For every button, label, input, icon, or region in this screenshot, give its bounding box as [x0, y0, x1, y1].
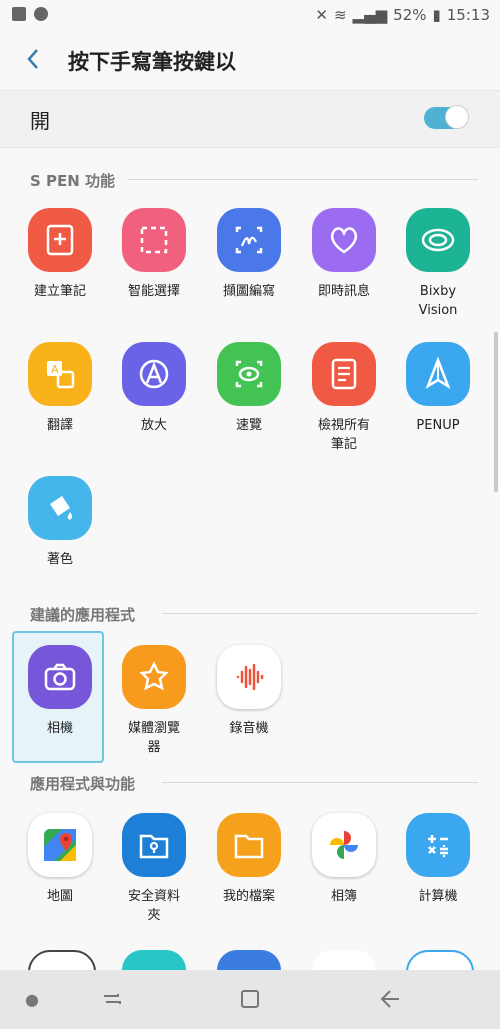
recent-apps-icon — [104, 994, 121, 1004]
settings-app-icon[interactable] — [217, 950, 281, 970]
clock-app-icon[interactable] — [28, 950, 96, 970]
app-label: 即時訊息 — [317, 284, 370, 299]
app-label: 翻譯 — [46, 418, 73, 433]
home-icon — [241, 990, 259, 1008]
app-tile[interactable]: 錄音機 — [204, 645, 294, 738]
glance-icon — [217, 342, 281, 406]
app-label: 擷圖編寫 — [222, 284, 275, 299]
app-label: 檢視所有 筆記 — [317, 418, 370, 452]
photos-icon — [312, 813, 376, 877]
clock: 15:13 — [446, 6, 490, 24]
back-arrow-icon — [380, 990, 399, 1008]
app-tile[interactable]: 著色 — [15, 476, 105, 569]
master-switch[interactable] — [424, 105, 469, 129]
voice-recorder-icon — [217, 645, 281, 709]
recent-apps-button[interactable] — [92, 984, 132, 1014]
app-label: 我的檔案 — [222, 889, 275, 904]
app-tile[interactable]: 智能選擇 — [109, 208, 199, 301]
switch-knob — [445, 105, 469, 129]
next-row-peek — [0, 950, 500, 970]
master-toggle-row[interactable]: 開 — [0, 90, 500, 148]
mute-icon: ✕ — [315, 6, 328, 24]
view-notes-icon — [312, 342, 376, 406]
section-divider — [162, 782, 478, 783]
app-label: 相機 — [46, 721, 73, 736]
status-bar: ✕ ≋ ▂▄▆ 52% ▮ 15:13 — [0, 0, 500, 32]
live-message-icon — [312, 208, 376, 272]
app-label: 媒體瀏覽器 — [127, 721, 180, 755]
notes-app-icon[interactable] — [122, 950, 186, 970]
section-header-suggested: 建議的應用程式 — [30, 606, 136, 624]
bixby-vision-icon — [406, 208, 470, 272]
media-browser-icon — [122, 645, 186, 709]
section-divider — [162, 613, 478, 614]
my-files-icon — [217, 813, 281, 877]
create-note-icon — [28, 208, 92, 272]
app-label: 建立筆記 — [33, 284, 86, 299]
page-title: 按下手寫筆按鍵以 — [68, 50, 236, 74]
app-tile[interactable]: 地圖 — [15, 813, 105, 906]
app-tile[interactable]: 計算機 — [393, 813, 483, 906]
section-header-spen: S PEN 功能 — [30, 172, 116, 190]
app-label: 地圖 — [46, 889, 73, 904]
app-label: 錄音機 — [229, 721, 269, 736]
app-tile[interactable]: A 翻譯 — [15, 342, 105, 435]
wifi-icon: ≋ — [333, 6, 347, 24]
secure-folder-icon — [122, 813, 186, 877]
back-nav-button[interactable] — [370, 984, 410, 1014]
extra-app-icon[interactable] — [406, 950, 474, 970]
app-label: 速覽 — [235, 418, 262, 433]
scrollbar[interactable] — [494, 332, 498, 492]
magnify-icon — [122, 342, 186, 406]
camera-icon — [28, 645, 92, 709]
smart-select-icon — [122, 208, 186, 272]
app-tile[interactable]: Bixby Vision — [393, 208, 483, 320]
translate-icon: A — [28, 342, 92, 406]
section-divider — [128, 179, 478, 180]
coloring-icon — [28, 476, 92, 540]
penup-icon — [406, 342, 470, 406]
battery-icon: ▮ — [432, 6, 441, 24]
app-tile[interactable]: 媒體瀏覽器 — [109, 645, 199, 757]
app-label: 放大 — [140, 418, 167, 433]
battery-percent: 52% — [393, 6, 427, 24]
app-tile[interactable]: 即時訊息 — [299, 208, 389, 301]
calculator-icon — [406, 813, 470, 877]
app-tile[interactable]: 安全資料夾 — [109, 813, 199, 925]
app-tile[interactable]: 放大 — [109, 342, 199, 435]
app-tile[interactable]: 擷圖編寫 — [204, 208, 294, 301]
app-label: Bixby Vision — [418, 284, 458, 318]
app-label: 安全資料夾 — [127, 889, 180, 923]
back-button[interactable] — [24, 44, 54, 74]
maps-icon — [28, 813, 92, 877]
toggle-label: 開 — [30, 109, 50, 133]
home-button[interactable] — [230, 984, 270, 1014]
app-label: 相簿 — [330, 889, 357, 904]
app-label: 著色 — [46, 552, 73, 567]
section-header-apps: 應用程式與功能 — [30, 775, 136, 793]
app-label: 計算機 — [418, 889, 458, 904]
gallery-notification-icon — [12, 7, 26, 21]
svg-text:A: A — [51, 363, 59, 376]
chevron-left-icon — [27, 49, 38, 69]
dot-button[interactable]: ● — [12, 984, 52, 1014]
app-label: PENUP — [416, 418, 460, 433]
notification-icon — [34, 7, 48, 21]
app-tile[interactable]: 我的檔案 — [204, 813, 294, 906]
screen-write-icon — [217, 208, 281, 272]
app-tile[interactable]: 相機 — [15, 645, 105, 738]
app-tile[interactable]: 速覽 — [204, 342, 294, 435]
app-tile[interactable]: PENUP — [393, 342, 483, 435]
app-tile[interactable]: 建立筆記 — [15, 208, 105, 301]
app-tile[interactable]: 相簿 — [299, 813, 389, 906]
app-tile[interactable]: 檢視所有 筆記 — [299, 342, 389, 454]
drive-app-icon[interactable] — [312, 950, 376, 970]
app-label: 智能選擇 — [127, 284, 180, 299]
signal-icon: ▂▄▆ — [352, 6, 388, 24]
app-bar: 按下手寫筆按鍵以 — [0, 36, 500, 84]
navigation-bar: ● — [0, 970, 500, 1029]
